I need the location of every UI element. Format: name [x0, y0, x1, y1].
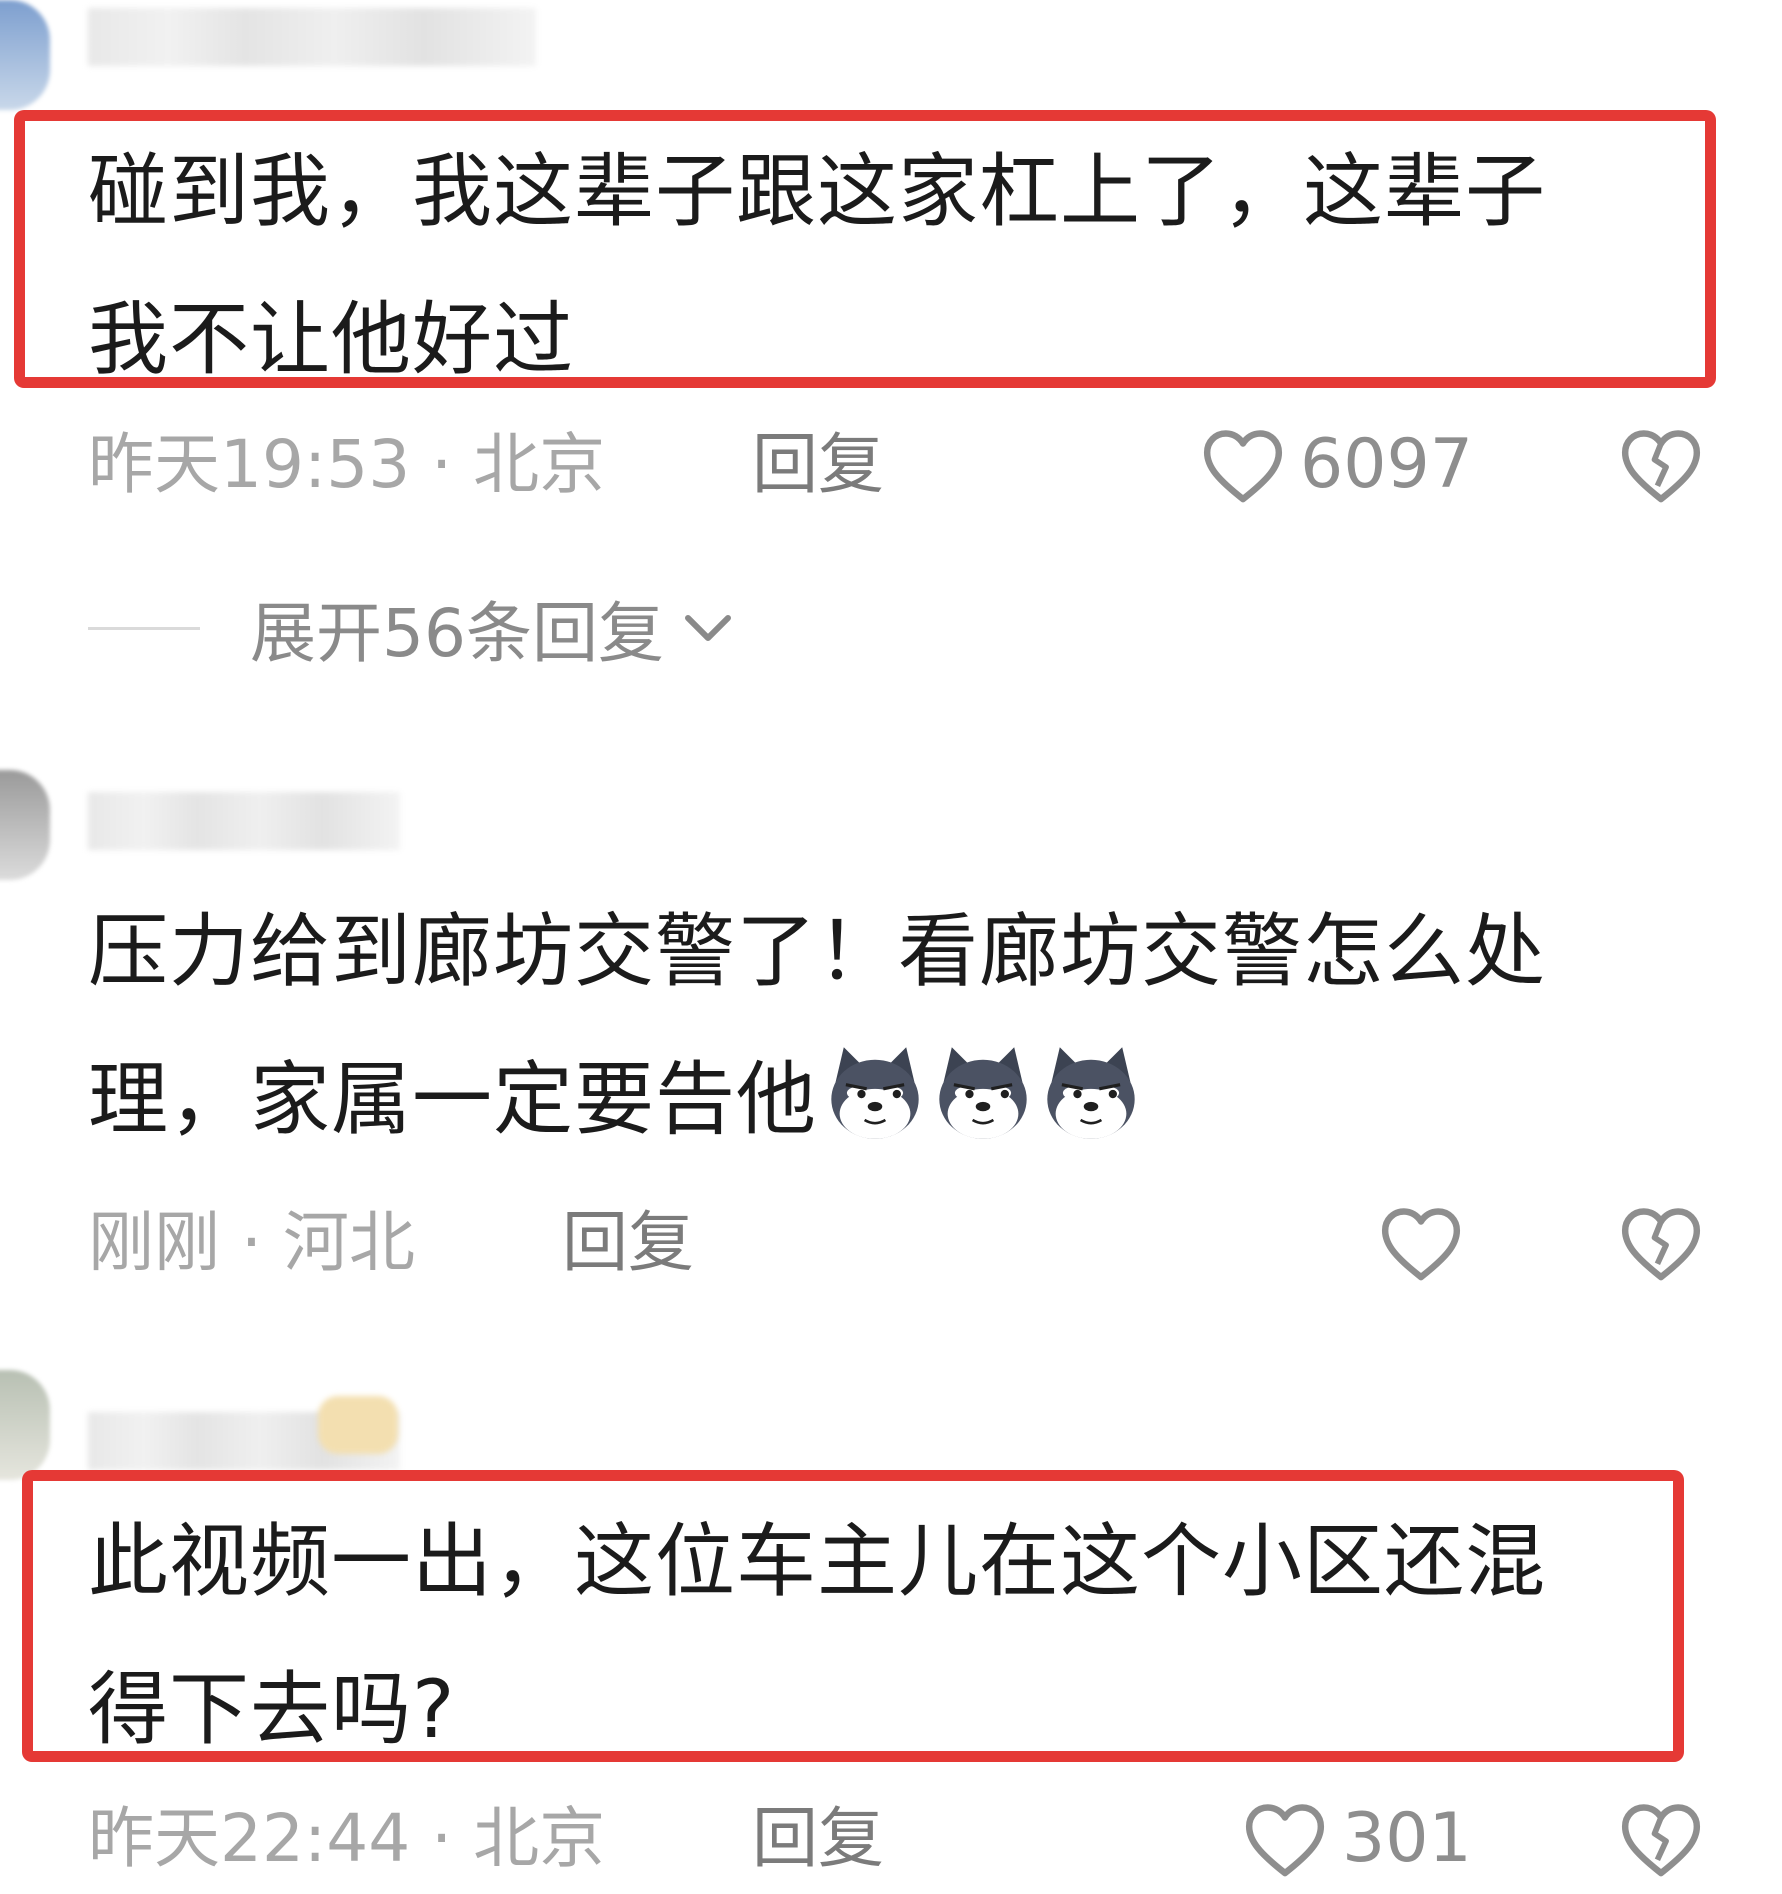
- comment-text-line: 碰到我，我这辈子跟这家杠上了，这辈子: [88, 145, 1546, 238]
- emoji-group: [823, 1041, 1147, 1192]
- dislike-button[interactable]: [1618, 1794, 1704, 1884]
- username-blurred[interactable]: [88, 8, 536, 66]
- user-badge-blurred: [318, 1396, 398, 1454]
- divider-line: [88, 626, 200, 630]
- husky-side-eye-emoji: [831, 1047, 919, 1139]
- avatar[interactable]: [0, 0, 50, 110]
- chevron-down-icon: [684, 615, 731, 641]
- comment-meta: 刚刚 · 河北 回复: [88, 1198, 1701, 1288]
- broken-heart-icon: [1621, 430, 1701, 503]
- username-blurred[interactable]: [88, 792, 400, 850]
- comment-text-line: 理，家属一定要告他: [88, 1053, 817, 1146]
- comment-text-line: 压力给到廊坊交警了！看廊坊交警怎么处: [88, 905, 1546, 998]
- heart-outline-icon: [1245, 1804, 1325, 1877]
- reply-button[interactable]: 回复: [752, 1794, 884, 1884]
- comment-text-line: 我不让他好过: [88, 293, 574, 386]
- comment-text: 碰到我，我这辈子跟这家杠上了，这辈子 我不让他好过: [88, 118, 1648, 414]
- husky-side-eye-emoji: [1047, 1047, 1135, 1139]
- time-location: 昨天19:53 · 北京: [88, 426, 606, 503]
- broken-heart-icon: [1621, 1804, 1701, 1877]
- like-button[interactable]: 6097: [1200, 420, 1473, 510]
- expand-replies-button[interactable]: 展开56条回复: [88, 590, 734, 672]
- like-count: 301: [1342, 1799, 1472, 1878]
- dislike-button[interactable]: [1618, 420, 1704, 510]
- husky-side-eye-emoji: [939, 1047, 1027, 1139]
- expand-replies-label: 展开56条回复: [250, 595, 664, 672]
- heart-outline-icon: [1203, 430, 1283, 503]
- comment-text-line: 此视频一出，这位车主儿在这个小区还混: [88, 1515, 1546, 1608]
- heart-outline-icon: [1381, 1208, 1461, 1281]
- comment-text-line: 得下去吗?: [88, 1663, 456, 1756]
- reply-button[interactable]: 回复: [562, 1198, 694, 1288]
- avatar[interactable]: [0, 1370, 50, 1480]
- comment-text: 压力给到廊坊交警了！看廊坊交警怎么处 理，家属一定要告他: [88, 878, 1648, 1192]
- like-count: 6097: [1300, 425, 1474, 504]
- time-location: 昨天22:44 · 北京: [88, 1800, 606, 1877]
- time-location: 刚刚 · 河北: [88, 1204, 415, 1281]
- dislike-button[interactable]: [1618, 1198, 1704, 1288]
- reply-button[interactable]: 回复: [752, 420, 884, 510]
- comment-meta: 昨天22:44 · 北京 回复 301: [88, 1794, 1701, 1884]
- like-button[interactable]: [1378, 1198, 1464, 1288]
- broken-heart-icon: [1621, 1208, 1701, 1281]
- avatar[interactable]: [0, 770, 50, 880]
- comment-text: 此视频一出，这位车主儿在这个小区还混 得下去吗?: [88, 1488, 1648, 1784]
- like-button[interactable]: 301: [1242, 1794, 1472, 1884]
- comment-meta: 昨天19:53 · 北京 回复 6097: [88, 420, 1701, 510]
